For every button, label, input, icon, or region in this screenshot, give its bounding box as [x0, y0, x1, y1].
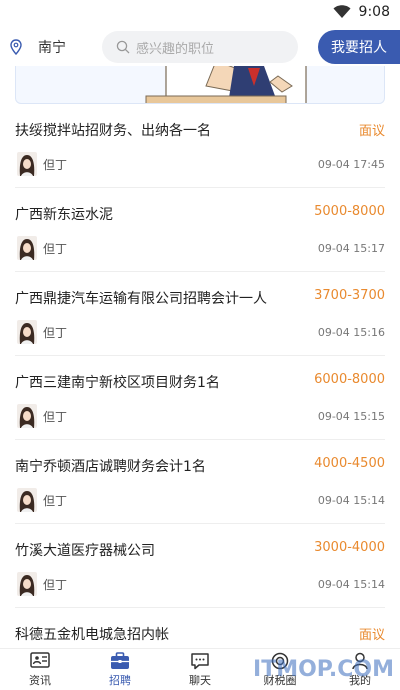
- chat-icon: [191, 652, 209, 669]
- search-placeholder: 感兴趣的职位: [136, 41, 215, 57]
- job-salary: 面议: [358, 124, 385, 139]
- post-time: 09-04 17:45: [317, 158, 385, 171]
- poster-name: 但丁: [43, 410, 68, 424]
- poster-avatar: [17, 320, 37, 344]
- poster-avatar: [17, 236, 37, 260]
- news-icon: [30, 651, 50, 668]
- job-salary: 4000-4500: [314, 456, 385, 471]
- search-icon: [116, 40, 130, 54]
- job-list-item[interactable]: 广西新东运水泥 5000-8000 但丁 09-04 15:17: [15, 188, 385, 272]
- poster-avatar: [17, 152, 37, 176]
- poster-name: 但丁: [43, 158, 68, 172]
- post-time: 09-04 15:14: [317, 494, 385, 507]
- job-salary: 6000-8000: [314, 372, 385, 387]
- job-list-item[interactable]: 广西三建南宁新校区项目财务1名 6000-8000 但丁 09-04 15:15: [15, 356, 385, 440]
- tab-label: 聊天: [189, 673, 211, 687]
- job-title: 广西三建南宁新校区项目财务1名: [15, 375, 220, 391]
- job-title: 科德五金机电城急招内帐: [15, 627, 169, 643]
- poster-name: 但丁: [43, 578, 68, 592]
- location-label: 南宁: [38, 40, 66, 56]
- status-time: 9:08: [358, 4, 390, 20]
- job-title: 广西鼎捷汽车运输有限公司招聘会计一人: [15, 291, 267, 307]
- poster-avatar: [17, 404, 37, 428]
- job-list-item[interactable]: 南宁乔顿酒店诚聘财务会计1名 4000-4500 但丁 09-04 15:14: [15, 440, 385, 524]
- post-time: 09-04 15:15: [317, 410, 385, 423]
- poster-name: 但丁: [43, 326, 68, 340]
- post-time: 09-04 15:17: [317, 242, 385, 255]
- job-title: 竹溪大道医疗器械公司: [15, 543, 155, 559]
- job-salary: 面议: [358, 628, 385, 643]
- post-time: 09-04 15:16: [317, 326, 385, 339]
- job-list-item[interactable]: 扶绥搅拌站招财务、出纳各一名 面议 但丁 09-04 17:45: [15, 104, 385, 188]
- wifi-icon: [333, 5, 351, 18]
- banner-illustration: [145, 66, 307, 103]
- tab-label: 招聘: [109, 673, 131, 687]
- job-title: 广西新东运水泥: [15, 207, 113, 223]
- search-input[interactable]: 感兴趣的职位: [102, 31, 298, 63]
- post-time: 09-04 15:14: [317, 578, 385, 591]
- banner-image[interactable]: [15, 66, 385, 104]
- job-list: 扶绥搅拌站招财务、出纳各一名 面议 但丁 09-04 17:45 广西新东运水泥…: [0, 104, 400, 690]
- poster-avatar: [17, 572, 37, 596]
- status-bar: 9:08: [0, 0, 400, 24]
- job-list-item[interactable]: 竹溪大道医疗器械公司 3000-4000 但丁 09-04 15:14: [15, 524, 385, 608]
- job-salary: 3700-3700: [314, 288, 385, 303]
- job-list-item[interactable]: 广西鼎捷汽车运输有限公司招聘会计一人 3700-3700 但丁 09-04 15…: [15, 272, 385, 356]
- watermark: ITMOP.COM: [253, 657, 394, 682]
- poster-name: 但丁: [43, 242, 68, 256]
- tab-label: 资讯: [29, 673, 51, 687]
- tab-news[interactable]: 资讯: [10, 649, 70, 690]
- post-job-button[interactable]: 我要招人: [318, 30, 400, 64]
- location-selector[interactable]: 南宁: [10, 37, 102, 57]
- poster-name: 但丁: [43, 494, 68, 508]
- job-title: 扶绥搅拌站招财务、出纳各一名: [15, 123, 211, 139]
- tab-chat[interactable]: 聊天: [170, 649, 230, 690]
- job-salary: 5000-8000: [314, 204, 385, 219]
- location-pin-icon: [10, 39, 22, 55]
- top-bar: 南宁 感兴趣的职位 我要招人: [0, 24, 400, 70]
- job-salary: 3000-4000: [314, 540, 385, 555]
- tab-jobs[interactable]: 招聘: [90, 649, 150, 690]
- poster-avatar: [17, 488, 37, 512]
- job-title: 南宁乔顿酒店诚聘财务会计1名: [15, 459, 206, 475]
- briefcase-icon: [111, 651, 129, 669]
